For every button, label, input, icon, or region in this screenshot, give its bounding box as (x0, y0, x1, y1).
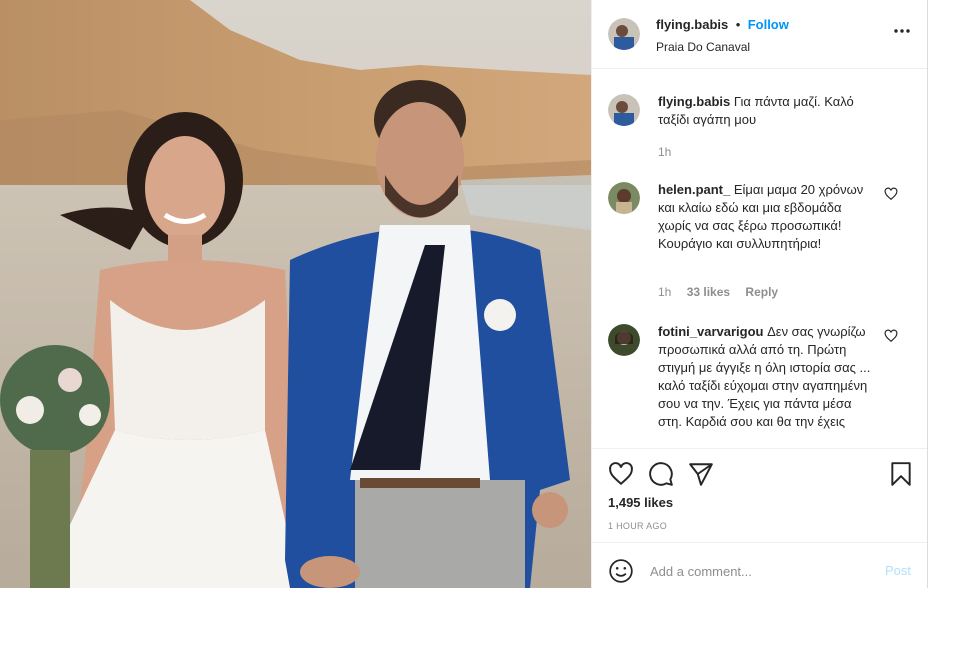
caption-avatar[interactable] (608, 94, 640, 126)
comment-text: Δεν σας γνωρίζω προσωπικά αλλά από τη. Π… (658, 324, 871, 429)
comment-time[interactable]: 1h (658, 285, 671, 299)
comment-bubble-icon[interactable] (648, 461, 674, 487)
avatar-image (608, 182, 640, 214)
post-details-panel: flying.babis • Follow Praia Do Canaval f… (591, 0, 928, 588)
wedding-photo (0, 0, 591, 588)
comment-meta: 1h 33 likes Reply (658, 285, 790, 299)
post-comment-button[interactable]: Post (885, 563, 911, 578)
post-actions: 1,495 likes 1 HOUR AGO (592, 448, 927, 543)
author-username[interactable]: flying.babis (656, 17, 728, 32)
like-comment-heart-icon[interactable] (884, 187, 898, 201)
commenter-avatar[interactable] (608, 182, 640, 214)
commenter-username[interactable]: fotini_varvarigou (658, 324, 763, 339)
reply-button[interactable]: Reply (745, 285, 778, 299)
caption-text-block: flying.babis Για πάντα μαζί. Καλό ταξίδι… (658, 93, 876, 129)
caption: flying.babis Για πάντα μαζί. Καλό ταξίδι… (608, 91, 898, 171)
save-bookmark-icon[interactable] (888, 461, 914, 487)
post-timestamp[interactable]: 1 HOUR AGO (608, 521, 667, 531)
avatar-image (608, 18, 640, 50)
author-avatar[interactable] (608, 18, 640, 50)
instagram-post: flying.babis • Follow Praia Do Canaval f… (0, 0, 928, 588)
avatar-image (608, 94, 640, 126)
comments-list[interactable]: flying.babis Για πάντα μαζί. Καλό ταξίδι… (592, 69, 927, 447)
comment-text-block: helen.pant_ Είμαι μαμα 20 χρόνων και κλα… (658, 181, 876, 253)
post-header: flying.babis • Follow Praia Do Canaval (592, 0, 927, 69)
comment-likes[interactable]: 33 likes (687, 285, 730, 299)
header-separator: • (735, 17, 741, 32)
comment-text-block: fotini_varvarigou Δεν σας γνωρίζω προσωπ… (658, 323, 876, 431)
likes-count[interactable]: 1,495 likes (608, 495, 673, 510)
post-photo[interactable] (0, 0, 591, 588)
emoji-smile-icon[interactable] (608, 558, 634, 584)
commenter-avatar[interactable] (608, 324, 640, 356)
like-comment-heart-icon[interactable] (884, 329, 898, 343)
caption-time[interactable]: 1h (658, 145, 671, 159)
commenter-username[interactable]: helen.pant_ (658, 182, 730, 197)
share-send-icon[interactable] (688, 461, 714, 487)
comment-item: helen.pant_ Είμαι μαμα 20 χρόνων και κλα… (608, 179, 898, 309)
more-horizontal-icon (894, 29, 910, 33)
avatar-image (608, 324, 640, 356)
comment-input[interactable] (648, 558, 872, 584)
header-text: flying.babis • Follow Praia Do Canaval (656, 16, 789, 54)
follow-button[interactable]: Follow (748, 17, 789, 32)
caption-meta: 1h (658, 145, 683, 159)
comment-item: fotini_varvarigou Δεν σας γνωρίζω προσωπ… (608, 321, 898, 447)
caption-username[interactable]: flying.babis (658, 94, 730, 109)
post-location[interactable]: Praia Do Canaval (656, 40, 789, 54)
like-heart-icon[interactable] (608, 461, 634, 487)
add-comment-bar: Post (592, 542, 927, 589)
more-options-icon[interactable] (893, 24, 911, 38)
